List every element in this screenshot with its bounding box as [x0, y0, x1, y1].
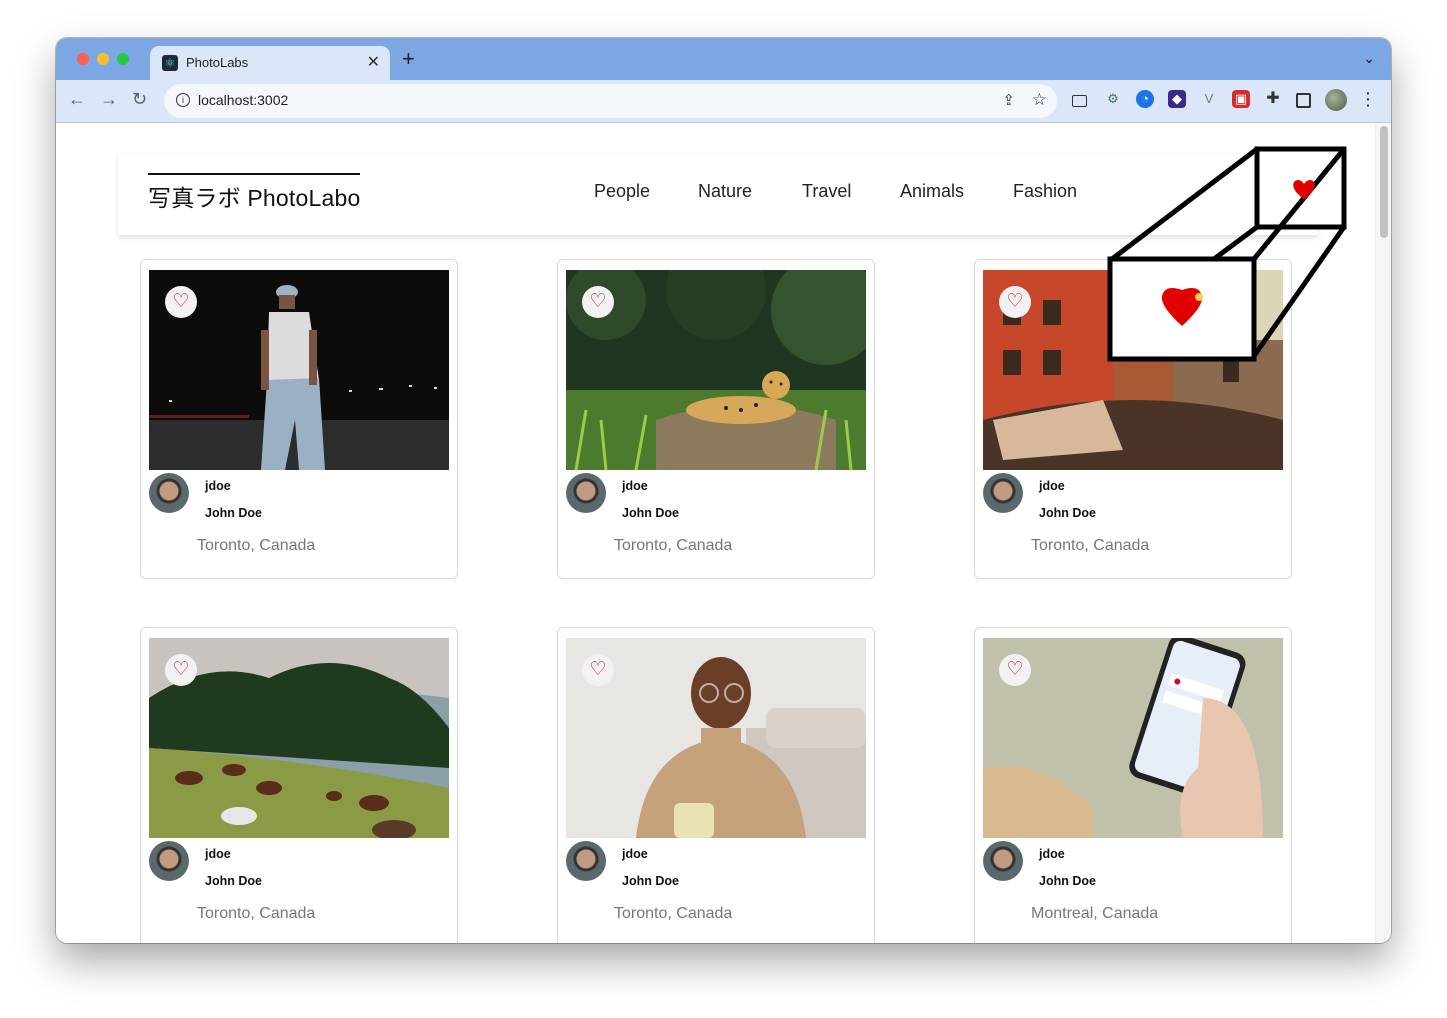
bookmark-star-icon[interactable]: ☆: [1032, 90, 1047, 110]
app-logo[interactable]: 写真ラボ PhotoLabo: [148, 173, 361, 213]
tab-strip: ⚛ PhotoLabs ✕ + ⌄: [56, 38, 1391, 80]
page-scrollbar[interactable]: [1375, 123, 1391, 943]
tab-search-chevron-icon[interactable]: ⌄: [1363, 50, 1375, 67]
browser-menu-icon[interactable]: ⋮: [1359, 89, 1377, 110]
back-icon[interactable]: ←: [68, 89, 86, 110]
location: Montreal, Canada: [1031, 905, 1159, 922]
favourite-heart-icon[interactable]: ♡: [165, 654, 197, 686]
close-window-button[interactable]: [77, 53, 89, 65]
location: Toronto, Canada: [614, 905, 733, 922]
share-icon[interactable]: ⇪: [1002, 91, 1015, 109]
full-name: John Doe: [622, 506, 679, 520]
avatar: [983, 473, 1023, 513]
photo-card[interactable]: ♡ jdoe John Doe Montreal, Canada: [974, 627, 1292, 943]
topic-people[interactable]: People: [594, 181, 650, 202]
photo-card[interactable]: ♡ jdoe John Doe Toronto, Canada: [140, 627, 458, 943]
username: jdoe: [622, 847, 648, 861]
picture-in-picture-icon[interactable]: [1072, 95, 1087, 107]
full-name: John Doe: [205, 874, 262, 888]
browser-toolbar: ← → ↻ i localhost:3002 ⇪ ☆ ⚙ ◔ ◆ V ▣ ✚ ⋮: [56, 80, 1391, 123]
favourite-heart-icon[interactable]: ♡: [999, 286, 1031, 318]
favourites-badge[interactable]: [1104, 141, 1349, 368]
favourite-heart-icon[interactable]: ♡: [582, 654, 614, 686]
man-walking-night-icon[interactable]: ♡: [149, 270, 449, 470]
topic-travel[interactable]: Travel: [802, 181, 851, 202]
maximize-window-button[interactable]: [117, 53, 129, 65]
react-icon: ⚛: [162, 55, 178, 71]
photo-card[interactable]: ♡ jdoe John Doe Toronto, Canada: [140, 259, 458, 579]
reload-icon[interactable]: ↻: [132, 89, 147, 110]
username: jdoe: [205, 847, 231, 861]
location: Toronto, Canada: [614, 537, 733, 554]
avatar: [149, 841, 189, 881]
jaguar-icon[interactable]: ♡: [566, 270, 866, 470]
browser-window: ⚛ PhotoLabs ✕ + ⌄ ← → ↻ i localhost:3002…: [56, 38, 1391, 943]
horses-field-icon[interactable]: ♡: [149, 638, 449, 838]
full-name: John Doe: [1039, 874, 1096, 888]
topic-animals[interactable]: Animals: [900, 181, 964, 202]
avatar: [149, 473, 189, 513]
full-name: John Doe: [1039, 506, 1096, 520]
extension-v-icon[interactable]: V: [1200, 90, 1218, 108]
avatar: [566, 841, 606, 881]
username: jdoe: [1039, 479, 1065, 493]
site-info-icon[interactable]: i: [176, 93, 190, 107]
new-tab-button[interactable]: +: [402, 48, 415, 70]
favourite-heart-icon[interactable]: ♡: [165, 286, 197, 318]
forward-icon[interactable]: →: [100, 89, 118, 110]
photo-card[interactable]: ♡ jdoe John Doe Toronto, Canada: [557, 259, 875, 579]
username: jdoe: [1039, 847, 1065, 861]
topic-nature[interactable]: Nature: [698, 181, 752, 202]
extension-gear-icon[interactable]: ⚙: [1104, 90, 1122, 108]
topic-fashion[interactable]: Fashion: [1013, 181, 1077, 202]
url-text[interactable]: localhost:3002: [198, 92, 288, 108]
extension-stack-icon[interactable]: ◆: [1168, 90, 1186, 108]
location: Toronto, Canada: [197, 905, 316, 922]
minimize-window-button[interactable]: [97, 53, 109, 65]
smiling-man-icon[interactable]: ♡: [566, 638, 866, 838]
extension-red-icon[interactable]: ▣: [1232, 90, 1250, 108]
page-viewport: 写真ラボ PhotoLabo People Nature Travel Anim…: [56, 123, 1391, 943]
address-bar[interactable]: i localhost:3002 ⇪ ☆: [164, 84, 1057, 118]
tab-photolabs[interactable]: ⚛ PhotoLabs ✕: [150, 46, 390, 80]
photo-card[interactable]: ♡ jdoe John Doe Toronto, Canada: [557, 627, 875, 943]
profile-avatar[interactable]: [1325, 89, 1347, 111]
phone-hand-icon[interactable]: ♡: [983, 638, 1283, 838]
location: Toronto, Canada: [1031, 537, 1150, 554]
location: Toronto, Canada: [197, 537, 316, 554]
full-name: John Doe: [205, 506, 262, 520]
avatar: [983, 841, 1023, 881]
full-name: John Doe: [622, 874, 679, 888]
extensions-puzzle-icon[interactable]: ✚: [1264, 90, 1282, 108]
username: jdoe: [622, 479, 648, 493]
favourite-heart-icon[interactable]: ♡: [999, 654, 1031, 686]
side-panel-icon[interactable]: [1296, 93, 1311, 108]
avatar: [566, 473, 606, 513]
extension-blue-icon[interactable]: ◔: [1136, 90, 1154, 108]
tab-close-icon[interactable]: ✕: [367, 52, 380, 72]
scrollbar-thumb[interactable]: [1380, 126, 1388, 238]
favourite-heart-icon[interactable]: ♡: [582, 286, 614, 318]
username: jdoe: [205, 479, 231, 493]
tab-title: PhotoLabs: [186, 55, 249, 70]
